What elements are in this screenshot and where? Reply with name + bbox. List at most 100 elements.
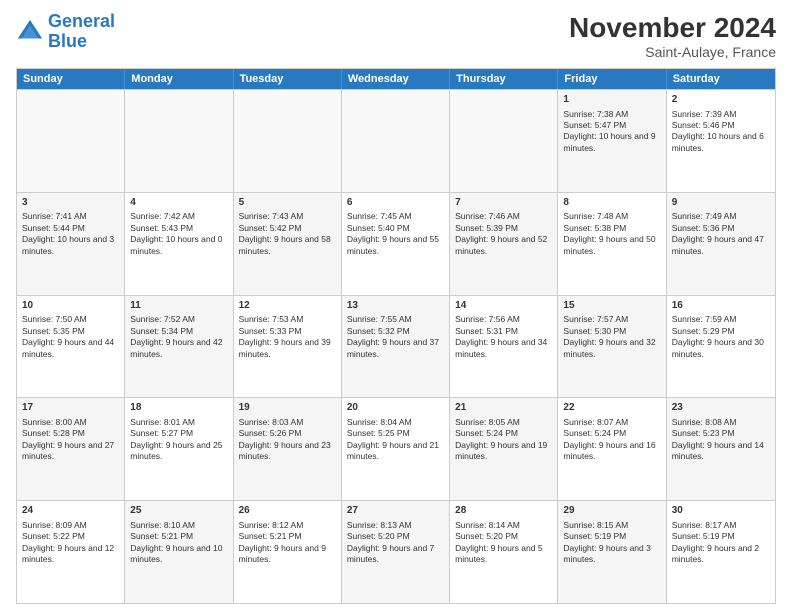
day-cell-15: 15Sunrise: 7:57 AMSunset: 5:30 PMDayligh… [558,296,666,398]
header: General Blue November 2024 Saint-Aulaye,… [16,12,776,60]
day-number: 10 [22,299,119,313]
day-info: Sunrise: 7:48 AM [563,211,660,222]
day-number: 5 [239,196,336,210]
day-cell-17: 17Sunrise: 8:00 AMSunset: 5:28 PMDayligh… [17,398,125,500]
day-number: 2 [672,93,770,107]
logo-text: General Blue [48,12,115,52]
day-info: Sunrise: 8:15 AM [563,520,660,531]
day-cell-25: 25Sunrise: 8:10 AMSunset: 5:21 PMDayligh… [125,501,233,603]
day-info: Sunrise: 8:09 AM [22,520,119,531]
day-number: 12 [239,299,336,313]
day-info: Sunset: 5:33 PM [239,326,336,337]
day-info: Daylight: 10 hours and 9 minutes. [563,131,660,154]
day-cell-24: 24Sunrise: 8:09 AMSunset: 5:22 PMDayligh… [17,501,125,603]
day-cell-4: 4Sunrise: 7:42 AMSunset: 5:43 PMDaylight… [125,193,233,295]
day-info: Sunset: 5:23 PM [672,428,770,439]
day-info: Sunrise: 8:04 AM [347,417,444,428]
header-day-saturday: Saturday [667,69,775,89]
day-number: 28 [455,504,552,518]
day-cell-19: 19Sunrise: 8:03 AMSunset: 5:26 PMDayligh… [234,398,342,500]
day-cell-21: 21Sunrise: 8:05 AMSunset: 5:24 PMDayligh… [450,398,558,500]
header-day-friday: Friday [558,69,666,89]
day-cell-14: 14Sunrise: 7:56 AMSunset: 5:31 PMDayligh… [450,296,558,398]
day-info: Daylight: 9 hours and 30 minutes. [672,337,770,360]
subtitle: Saint-Aulaye, France [569,44,776,60]
day-info: Sunset: 5:28 PM [22,428,119,439]
day-info: Sunrise: 7:52 AM [130,314,227,325]
calendar-header: SundayMondayTuesdayWednesdayThursdayFrid… [17,69,775,89]
day-info: Sunset: 5:44 PM [22,223,119,234]
header-day-monday: Monday [125,69,233,89]
day-info: Daylight: 9 hours and 14 minutes. [672,440,770,463]
day-info: Sunset: 5:19 PM [672,531,770,542]
day-number: 1 [563,93,660,107]
day-info: Sunrise: 8:12 AM [239,520,336,531]
day-number: 11 [130,299,227,313]
day-info: Sunset: 5:26 PM [239,428,336,439]
day-info: Sunset: 5:25 PM [347,428,444,439]
day-number: 22 [563,401,660,415]
day-number: 23 [672,401,770,415]
day-cell-16: 16Sunrise: 7:59 AMSunset: 5:29 PMDayligh… [667,296,775,398]
day-cell-8: 8Sunrise: 7:48 AMSunset: 5:38 PMDaylight… [558,193,666,295]
day-info: Sunset: 5:40 PM [347,223,444,234]
day-info: Daylight: 9 hours and 9 minutes. [239,543,336,566]
calendar-row-2: 3Sunrise: 7:41 AMSunset: 5:44 PMDaylight… [17,192,775,295]
day-cell-29: 29Sunrise: 8:15 AMSunset: 5:19 PMDayligh… [558,501,666,603]
day-info: Sunrise: 7:53 AM [239,314,336,325]
day-info: Daylight: 9 hours and 32 minutes. [563,337,660,360]
calendar-row-3: 10Sunrise: 7:50 AMSunset: 5:35 PMDayligh… [17,295,775,398]
day-number: 18 [130,401,227,415]
day-cell-12: 12Sunrise: 7:53 AMSunset: 5:33 PMDayligh… [234,296,342,398]
day-number: 13 [347,299,444,313]
main-title: November 2024 [569,12,776,44]
day-number: 7 [455,196,552,210]
day-info: Sunset: 5:20 PM [347,531,444,542]
day-info: Sunset: 5:46 PM [672,120,770,131]
day-number: 4 [130,196,227,210]
header-day-tuesday: Tuesday [234,69,342,89]
day-info: Sunset: 5:24 PM [455,428,552,439]
day-cell-11: 11Sunrise: 7:52 AMSunset: 5:34 PMDayligh… [125,296,233,398]
day-number: 21 [455,401,552,415]
day-info: Sunset: 5:31 PM [455,326,552,337]
day-cell-5: 5Sunrise: 7:43 AMSunset: 5:42 PMDaylight… [234,193,342,295]
calendar-row-5: 24Sunrise: 8:09 AMSunset: 5:22 PMDayligh… [17,500,775,603]
day-number: 14 [455,299,552,313]
header-day-thursday: Thursday [450,69,558,89]
day-info: Sunrise: 8:00 AM [22,417,119,428]
day-cell-20: 20Sunrise: 8:04 AMSunset: 5:25 PMDayligh… [342,398,450,500]
day-info: Daylight: 9 hours and 12 minutes. [22,543,119,566]
day-info: Sunrise: 7:57 AM [563,314,660,325]
day-info: Sunrise: 7:38 AM [563,109,660,120]
header-day-sunday: Sunday [17,69,125,89]
day-number: 17 [22,401,119,415]
day-info: Sunrise: 8:07 AM [563,417,660,428]
day-info: Sunset: 5:21 PM [130,531,227,542]
day-info: Sunset: 5:20 PM [455,531,552,542]
day-info: Daylight: 9 hours and 52 minutes. [455,234,552,257]
day-info: Daylight: 9 hours and 39 minutes. [239,337,336,360]
day-info: Sunrise: 8:14 AM [455,520,552,531]
empty-cell [450,90,558,192]
calendar-row-1: 1Sunrise: 7:38 AMSunset: 5:47 PMDaylight… [17,89,775,192]
day-number: 16 [672,299,770,313]
empty-cell [234,90,342,192]
day-number: 15 [563,299,660,313]
day-info: Daylight: 9 hours and 10 minutes. [130,543,227,566]
day-info: Sunset: 5:32 PM [347,326,444,337]
day-info: Sunrise: 7:50 AM [22,314,119,325]
day-info: Sunrise: 8:13 AM [347,520,444,531]
day-info: Sunrise: 7:42 AM [130,211,227,222]
day-info: Daylight: 10 hours and 3 minutes. [22,234,119,257]
day-info: Sunrise: 7:56 AM [455,314,552,325]
day-info: Daylight: 9 hours and 44 minutes. [22,337,119,360]
day-info: Sunset: 5:22 PM [22,531,119,542]
day-info: Sunset: 5:47 PM [563,120,660,131]
day-info: Daylight: 10 hours and 6 minutes. [672,131,770,154]
day-info: Daylight: 9 hours and 47 minutes. [672,234,770,257]
day-cell-10: 10Sunrise: 7:50 AMSunset: 5:35 PMDayligh… [17,296,125,398]
empty-cell [125,90,233,192]
calendar: SundayMondayTuesdayWednesdayThursdayFrid… [16,68,776,604]
day-info: Sunset: 5:35 PM [22,326,119,337]
